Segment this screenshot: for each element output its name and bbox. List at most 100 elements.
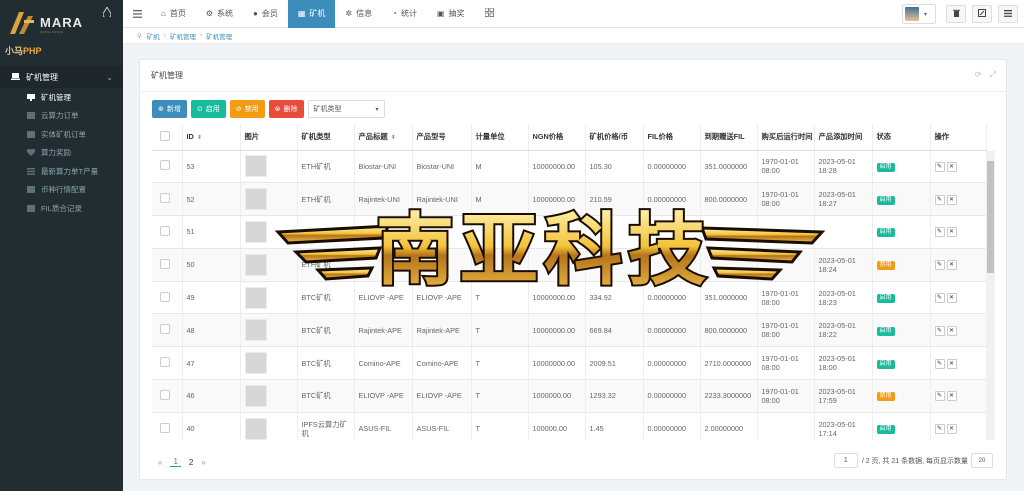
status-badge[interactable]: 启用 (876, 294, 895, 304)
row-checkbox-cell[interactable] (152, 346, 183, 381)
sidebar-item-cloud-orders[interactable]: 云算力订单 (0, 107, 123, 126)
sidebar-item-fil-records[interactable]: FIL质合记录 (0, 199, 123, 218)
edit-icon[interactable]: ✎ (934, 325, 945, 336)
row-checkbox-cell[interactable] (152, 150, 183, 184)
checkbox[interactable] (160, 291, 170, 302)
close-icon[interactable]: ✕ (946, 391, 957, 402)
tab-grid[interactable] (475, 0, 504, 28)
checkbox[interactable] (160, 193, 170, 204)
status-badge[interactable]: 启用 (876, 425, 895, 435)
delete-button[interactable]: ⊗ 删除 (268, 100, 304, 118)
enable-button[interactable]: ⊙ 启用 (190, 100, 226, 118)
checkbox[interactable] (160, 258, 170, 269)
table-row[interactable]: 49 BTC矿机 ELIOVP -APE ELIOVP -APE T 10000000.0… (152, 281, 987, 315)
product-thumbnail[interactable] (244, 319, 267, 342)
product-thumbnail[interactable] (244, 352, 267, 375)
edit-icon[interactable]: ✎ (934, 391, 945, 402)
page-number-input[interactable]: 1 (833, 453, 858, 468)
scrollbar-thumb[interactable] (987, 161, 994, 273)
status-badge[interactable]: 启用 (876, 228, 895, 238)
page-link-1[interactable]: 1 (170, 457, 181, 467)
product-thumbnail[interactable] (244, 253, 267, 276)
sort-icon[interactable]: ⬍ (391, 135, 396, 141)
row-checkbox-cell[interactable] (152, 412, 183, 440)
status-badge[interactable]: 启用 (876, 162, 895, 172)
table-row[interactable]: 52 ETH矿机 Rajintek-UNI Rajintek-UNI M 10000000… (152, 182, 987, 217)
tab-stats[interactable]: ◔ 统计 (382, 0, 427, 28)
edit-icon[interactable]: ✎ (934, 227, 945, 238)
row-checkbox-cell[interactable] (152, 215, 183, 249)
col-header-title[interactable]: 产品标题 ⬍ (354, 124, 413, 151)
edit-icon[interactable]: ✎ (934, 293, 945, 304)
prev-page-link[interactable]: « (158, 458, 162, 467)
close-icon[interactable]: ✕ (946, 227, 957, 238)
table-row[interactable]: 47 BTC矿机 Comino-APE Comino-APE T 10000000.00 2… (152, 346, 987, 381)
row-checkbox-cell[interactable] (152, 248, 183, 282)
menu-group-miner-management[interactable]: 矿机管理 ⌄ (0, 66, 123, 88)
status-badge[interactable]: 禁用 (876, 261, 895, 271)
checkbox[interactable] (160, 160, 170, 171)
tab-system[interactable]: ⚙ 系统 (196, 0, 243, 28)
breadcrumb-item[interactable]: 矿机 (147, 31, 160, 41)
table-row[interactable]: 51 启用 ✎ ✕ (152, 215, 987, 249)
product-thumbnail[interactable] (244, 220, 267, 243)
product-thumbnail[interactable] (244, 417, 267, 440)
table-scrollbar[interactable] (986, 151, 995, 440)
row-checkbox-cell[interactable] (152, 379, 183, 413)
status-badge[interactable]: 启用 (876, 326, 895, 336)
fullscreen-button[interactable] (972, 5, 992, 23)
row-checkbox-cell[interactable] (152, 182, 183, 217)
edit-icon[interactable]: ✎ (934, 161, 945, 172)
checkbox[interactable] (160, 324, 170, 335)
refresh-icon[interactable]: ⟳ (975, 70, 982, 80)
edit-icon[interactable]: ✎ (934, 194, 945, 205)
user-avatar-dropdown[interactable]: ▾ (902, 4, 936, 24)
close-icon[interactable]: ✕ (946, 325, 957, 336)
product-thumbnail[interactable] (244, 155, 267, 178)
table-row[interactable]: 53 ETH矿机 Biostar-UNI Biostar-UNI M 10000000.0… (152, 150, 987, 184)
sidebar-item-latest-output[interactable]: 最新算力单T产量 (0, 162, 123, 181)
close-icon[interactable]: ✕ (946, 293, 957, 304)
close-icon[interactable]: ✕ (946, 194, 957, 205)
close-icon[interactable]: ✕ (946, 424, 957, 435)
table-row[interactable]: 40 IPFS云算力矿机 ASUS-FIL ASUS-FIL T 100000.00 1.4… (152, 412, 987, 440)
sidebar-item-hashrate-reward[interactable]: 算力奖励 (0, 144, 123, 163)
row-checkbox-cell[interactable] (152, 313, 183, 348)
close-icon[interactable]: ✕ (946, 260, 957, 271)
water-drop-icon[interactable] (103, 7, 111, 17)
checkbox[interactable] (160, 357, 170, 368)
tab-members[interactable]: ● 会员 (243, 0, 288, 28)
product-thumbnail[interactable] (244, 188, 267, 211)
disable-button[interactable]: ⊘ 禁用 (229, 100, 265, 118)
checkbox[interactable] (160, 389, 170, 400)
select-all-checkbox-cell[interactable] (152, 124, 183, 151)
add-button[interactable]: ⊕ 新增 (152, 100, 187, 118)
status-badge[interactable]: 启用 (876, 195, 895, 205)
product-thumbnail[interactable] (244, 286, 267, 309)
table-row[interactable]: 48 BTC矿机 Rajintek-APE Rajintek-APE T 10000000… (152, 313, 987, 348)
expand-icon[interactable]: ⤢ (990, 70, 996, 80)
tab-info[interactable]: ✲ 信息 (335, 0, 382, 28)
menu-toggle-icon[interactable] (123, 0, 151, 28)
product-thumbnail[interactable] (244, 384, 267, 407)
checkbox[interactable] (160, 422, 170, 433)
next-page-link[interactable]: » (201, 458, 205, 467)
tab-miners[interactable]: ▦ 矿机 (287, 0, 336, 28)
trash-button[interactable] (946, 5, 966, 23)
close-icon[interactable]: ✕ (946, 161, 957, 172)
sidebar-item-miner-management[interactable]: 矿机管理 (0, 88, 123, 107)
edit-icon[interactable]: ✎ (934, 260, 945, 271)
table-row[interactable]: 46 BTC矿机 ELIOVP -APE ELIOVP -APE T 1000000.00… (152, 379, 987, 413)
edit-icon[interactable]: ✎ (934, 424, 945, 435)
edit-icon[interactable]: ✎ (934, 358, 945, 369)
close-icon[interactable]: ✕ (946, 358, 957, 369)
miner-type-select[interactable]: 矿机类型 ▾ (307, 100, 385, 118)
status-badge[interactable]: 禁用 (876, 392, 895, 402)
tab-home[interactable]: ⌂ 首页 (151, 0, 196, 28)
table-row[interactable]: 50 ETH矿机 2023-05-01 18:24 禁用 ✎ ✕ (152, 248, 987, 282)
sidebar-item-coin-config[interactable]: 币种行情配置 (0, 181, 123, 200)
sidebar-item-physical-orders[interactable]: 实体矿机订单 (0, 125, 123, 144)
page-size-input[interactable]: 20 (971, 453, 993, 468)
tab-lottery[interactable]: ▣ 抽奖 (427, 0, 475, 28)
col-header-id[interactable]: ID ⬍ (182, 124, 241, 151)
